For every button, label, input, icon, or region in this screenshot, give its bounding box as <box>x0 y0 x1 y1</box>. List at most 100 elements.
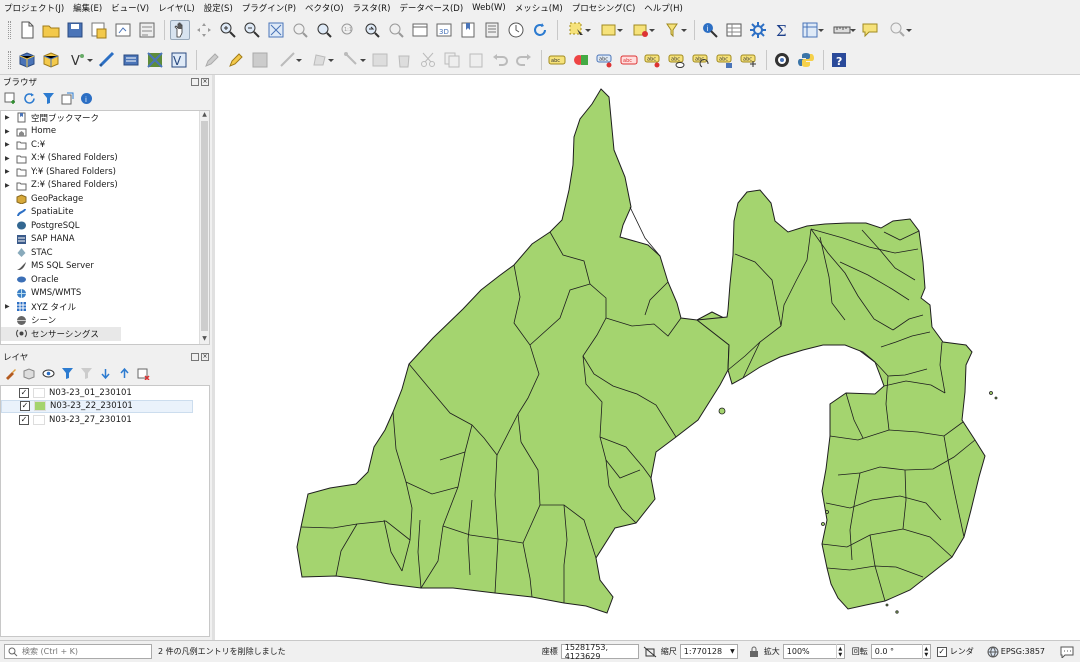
help-icon[interactable]: ? <box>829 50 849 70</box>
browser-item[interactable]: WMS/WMTS <box>1 287 209 301</box>
toolbar-grip[interactable] <box>8 21 11 39</box>
select-by-value-icon[interactable] <box>595 20 623 40</box>
add-group-icon[interactable] <box>22 366 37 381</box>
expand-arrow-icon[interactable]: ▶ <box>5 155 15 162</box>
measure-line-icon[interactable] <box>828 20 856 40</box>
new-vector-icon[interactable]: V <box>65 50 93 70</box>
collapse-all-icon[interactable] <box>60 91 75 106</box>
expand-arrow-icon[interactable]: ▶ <box>5 182 15 189</box>
browser-item[interactable]: PostgreSQL <box>1 219 209 233</box>
float-panel-icon[interactable] <box>191 352 199 361</box>
locator-search-icon[interactable] <box>884 20 912 40</box>
vertex-tool-icon[interactable] <box>338 50 366 70</box>
pan-to-selection-icon[interactable] <box>194 20 214 40</box>
crs-globe-icon[interactable] <box>987 646 999 658</box>
new-print-layout-icon[interactable] <box>113 20 133 40</box>
pin-labels-icon[interactable]: abc <box>595 50 615 70</box>
temporal-controller-icon[interactable] <box>506 20 526 40</box>
browser-item[interactable]: ▶ Z:¥ (Shared Folders) <box>1 179 209 193</box>
save-as-icon[interactable] <box>89 20 109 40</box>
label-properties-icon[interactable]: abc <box>739 50 759 70</box>
redo-icon[interactable] <box>514 50 534 70</box>
zoom-layer-icon[interactable] <box>314 20 334 40</box>
processing-toolbox-icon[interactable] <box>748 20 768 40</box>
toolbar-grip[interactable] <box>8 50 11 69</box>
expand-all-icon[interactable] <box>98 366 113 381</box>
browser-item[interactable]: センサーシングス <box>1 327 121 341</box>
browser-scrollbar[interactable]: ▲ ▼ <box>199 111 209 344</box>
browser-item[interactable]: SpatiaLite <box>1 206 209 220</box>
browser-item[interactable]: SAP HANA <box>1 233 209 247</box>
menu-item-12[interactable]: ヘルプ(H) <box>644 2 683 14</box>
manage-visibility-icon[interactable] <box>41 366 56 381</box>
layout-manager-icon[interactable] <box>137 20 157 40</box>
menu-item-8[interactable]: データベース(D) <box>399 2 463 14</box>
georeferencer-icon[interactable] <box>772 50 792 70</box>
magnifier-spinbox[interactable]: 100% ▲ ▼ <box>782 644 845 659</box>
toggle-editing-icon[interactable] <box>226 50 246 70</box>
new-map-view-icon[interactable] <box>410 20 430 40</box>
properties-info-icon[interactable]: i <box>79 91 94 106</box>
add-selected-layers-icon[interactable] <box>3 91 18 106</box>
save-project-icon[interactable] <box>65 20 85 40</box>
scale-combo[interactable]: 1:770128 ▼ <box>679 644 738 659</box>
expand-arrow-icon[interactable]: ▶ <box>5 168 15 175</box>
deselect-icon[interactable] <box>627 20 655 40</box>
zoom-in-icon[interactable] <box>218 20 238 40</box>
virtual-layer-icon[interactable] <box>121 50 141 70</box>
filter-legend-icon[interactable] <box>60 366 75 381</box>
layer-item[interactable]: ✓ N03-23_27_230101 <box>1 413 209 427</box>
menu-item-2[interactable]: ビュー(V) <box>111 2 149 14</box>
menu-item-5[interactable]: プラグイン(P) <box>242 2 296 14</box>
pan-map-icon[interactable] <box>170 20 190 40</box>
show-hide-labels-icon[interactable]: abc <box>667 50 687 70</box>
filter-by-expression-icon[interactable] <box>79 366 94 381</box>
add-mesh-icon[interactable]: V <box>169 50 189 70</box>
crs-label[interactable]: EPSG:3857 <box>1001 647 1045 656</box>
browser-item[interactable]: STAC <box>1 246 209 260</box>
cut-features-icon[interactable] <box>418 50 438 70</box>
digitize-line-icon[interactable] <box>97 50 117 70</box>
attribute-table-icon[interactable] <box>724 20 744 40</box>
expand-arrow-icon[interactable]: ▶ <box>5 114 15 121</box>
layer-item[interactable]: ✓ N03-23_01_230101 <box>1 386 209 400</box>
edit-pencil-icon[interactable] <box>202 50 222 70</box>
identify-icon[interactable]: i <box>700 20 720 40</box>
menu-item-3[interactable]: レイヤ(L) <box>158 2 195 14</box>
lock-scale-icon[interactable] <box>748 646 760 658</box>
data-source-manager-icon[interactable] <box>17 50 37 70</box>
menu-item-1[interactable]: 編集(E) <box>73 2 102 14</box>
zoom-last-icon[interactable] <box>362 20 382 40</box>
messages-icon[interactable] <box>1060 646 1074 658</box>
expand-arrow-icon[interactable]: ▶ <box>5 303 15 310</box>
browser-item[interactable]: ▶ C:¥ <box>1 138 209 152</box>
move-label-icon[interactable]: abc <box>643 50 663 70</box>
layer-item[interactable]: ✓ N03-23_22_230101 <box>1 399 193 413</box>
layer-visibility-checkbox[interactable]: ✓ <box>20 401 30 412</box>
open-project-icon[interactable] <box>41 20 61 40</box>
highlight-labels-icon[interactable]: abc <box>619 50 639 70</box>
refresh-icon[interactable] <box>530 20 550 40</box>
expand-arrow-icon[interactable]: ▶ <box>5 128 15 135</box>
browser-item[interactable]: ▶ X:¥ (Shared Folders) <box>1 152 209 166</box>
statistical-summary-icon[interactable]: Σ <box>772 20 792 40</box>
expand-arrow-icon[interactable]: ▶ <box>5 141 15 148</box>
toggle-extents-icon[interactable] <box>643 645 657 659</box>
menu-item-4[interactable]: 設定(S) <box>204 2 233 14</box>
map-canvas[interactable] <box>215 75 1080 640</box>
rotate-label-icon[interactable]: abc <box>691 50 711 70</box>
menu-item-6[interactable]: ベクタ(O) <box>305 2 343 14</box>
browser-item[interactable]: MS SQL Server <box>1 260 209 274</box>
layer-symbol-swatch[interactable] <box>34 401 46 412</box>
browser-item[interactable]: GeoPackage <box>1 192 209 206</box>
new-project-icon[interactable] <box>17 20 37 40</box>
close-panel-icon[interactable]: × <box>201 352 209 361</box>
modify-attributes-icon[interactable] <box>370 50 390 70</box>
zoom-out-icon[interactable] <box>242 20 262 40</box>
menu-item-11[interactable]: プロセシング(C) <box>572 2 636 14</box>
rotation-spinbox[interactable]: 0.0 ° ▲ ▼ <box>870 644 931 659</box>
undo-icon[interactable] <box>490 50 510 70</box>
diagram-tool-icon[interactable] <box>571 50 591 70</box>
add-raster-icon[interactable] <box>145 50 165 70</box>
select-features-icon[interactable] <box>563 20 591 40</box>
